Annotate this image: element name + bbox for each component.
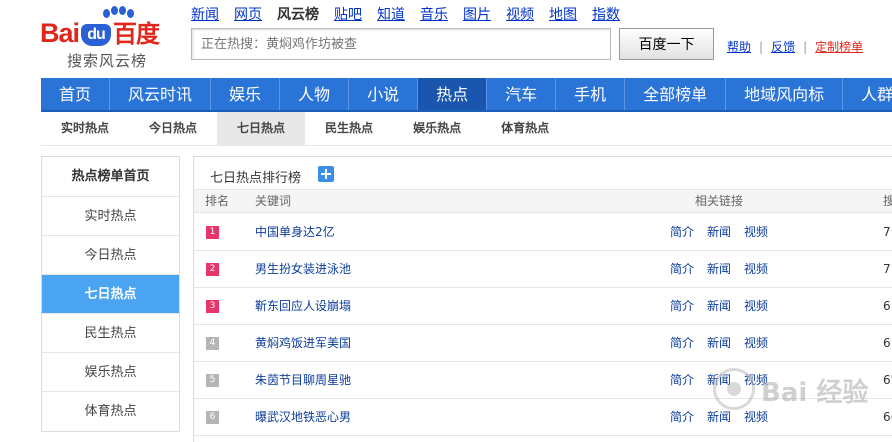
logo-cn-text: 百度 — [113, 21, 160, 48]
product-nav-tieba[interactable]: 贴吧 — [334, 4, 362, 24]
keyword-link[interactable]: 朱茵节目聊周星驰 — [255, 362, 351, 398]
search-index: 6' — [883, 373, 892, 387]
help-link[interactable]: 帮助 — [727, 40, 751, 54]
main-nav-home[interactable]: 首页 — [41, 78, 111, 110]
logo-du-badge: du — [81, 24, 112, 46]
main-nav-crowd[interactable]: 人群 — [843, 78, 892, 110]
table-row: 1 中国单身达2亿 简介新闻视频 7! — [194, 214, 892, 251]
search-index: 6( — [883, 410, 892, 424]
video-link[interactable]: 视频 — [744, 325, 768, 361]
sub-nav-week[interactable]: 七日热点 — [217, 112, 306, 145]
keyword-link[interactable]: 中国单身达2亿 — [255, 214, 335, 250]
watermark-text: Bai 经验 — [761, 378, 869, 408]
rank-badge: 4 — [206, 337, 219, 350]
sidebar-item-livelihood[interactable]: 民生热点 — [42, 314, 179, 353]
watermark-logo-icon — [713, 368, 755, 410]
header-rank: 排名 — [205, 194, 230, 208]
main-nav-people[interactable]: 人物 — [280, 78, 350, 110]
custom-list-link[interactable]: 定制榜单 — [815, 40, 863, 54]
product-nav: 新闻 网页 风云榜 贴吧 知道 音乐 图片 视频 地图 指数 — [191, 4, 620, 24]
intro-link[interactable]: 简介 — [670, 251, 694, 287]
main-nav-ent[interactable]: 娱乐 — [211, 78, 281, 110]
news-link[interactable]: 新闻 — [707, 288, 731, 324]
feedback-link[interactable]: 反馈 — [771, 40, 795, 54]
sidebar-item-ent[interactable]: 娱乐热点 — [42, 353, 179, 392]
main-nav-all[interactable]: 全部榜单 — [625, 78, 727, 110]
product-nav-web[interactable]: 网页 — [234, 4, 262, 24]
rank-badge: 1 — [206, 226, 219, 239]
intro-link[interactable]: 简介 — [670, 288, 694, 324]
product-nav-index[interactable]: 指数 — [592, 4, 620, 24]
keyword-link[interactable]: 曝武汉地铁恶心男 — [255, 399, 351, 435]
header-keyword: 关键词 — [255, 194, 292, 208]
panel-title: 七日热点排行榜 — [210, 171, 302, 186]
sidebar-item-realtime[interactable]: 实时热点 — [42, 197, 179, 236]
header-links: 帮助 | 反馈 | 定制榜单 — [727, 38, 863, 55]
search-index: 7! — [883, 262, 892, 276]
keyword-link[interactable]: 男生扮女装进泳池 — [255, 251, 351, 287]
sidebar-item-week[interactable]: 七日热点 — [42, 275, 179, 314]
main-nav: 首页 风云时讯 娱乐 人物 小说 热点 汽车 手机 全部榜单 地域风向标 人群 — [41, 78, 892, 112]
search-index: 6! — [883, 299, 892, 313]
link-separator: | — [759, 40, 764, 54]
sub-nav-ent[interactable]: 娱乐热点 — [393, 112, 481, 145]
sidebar-item-sports[interactable]: 体育热点 — [42, 392, 179, 431]
plus-icon[interactable] — [318, 166, 334, 182]
table-row: 4 黄焖鸡饭进军美国 简介新闻视频 6: — [194, 325, 892, 362]
sub-nav-realtime[interactable]: 实时热点 — [41, 112, 129, 145]
video-link[interactable]: 视频 — [744, 288, 768, 324]
intro-link[interactable]: 简介 — [670, 362, 694, 398]
video-link[interactable]: 视频 — [744, 251, 768, 287]
product-nav-news[interactable]: 新闻 — [191, 4, 219, 24]
main-nav-car[interactable]: 汽车 — [487, 78, 557, 110]
table-header: 排名 关键词 相关链接 搜 — [194, 189, 892, 213]
main-nav-hot[interactable]: 热点 — [418, 78, 488, 110]
video-link[interactable]: 视频 — [744, 214, 768, 250]
table-row: 2 男生扮女装进泳池 简介新闻视频 7! — [194, 251, 892, 288]
rank-badge: 6 — [206, 411, 219, 424]
product-nav-top: 风云榜 — [277, 7, 319, 23]
intro-link[interactable]: 简介 — [670, 214, 694, 250]
watermark: Bai 经验 — [713, 364, 883, 416]
keyword-link[interactable]: 黄焖鸡饭进军美国 — [255, 325, 351, 361]
baidu-logo[interactable]: Bai du 百度 搜索风云榜 — [40, 6, 180, 70]
sub-nav-livelihood[interactable]: 民生热点 — [305, 112, 393, 145]
main-nav-novel[interactable]: 小说 — [349, 78, 419, 110]
product-nav-video[interactable]: 视频 — [506, 4, 534, 24]
news-link[interactable]: 新闻 — [707, 214, 731, 250]
sidebar-head[interactable]: 热点榜单首页 — [42, 157, 179, 197]
product-nav-image[interactable]: 图片 — [463, 4, 491, 24]
search-index: 7! — [883, 225, 892, 239]
sub-nav-today[interactable]: 今日热点 — [129, 112, 217, 145]
product-nav-music[interactable]: 音乐 — [420, 4, 448, 24]
main-nav-news[interactable]: 风云时讯 — [110, 78, 212, 110]
table-row: 3 靳东回应人设崩塌 简介新闻视频 6! — [194, 288, 892, 325]
product-nav-zhidao[interactable]: 知道 — [377, 4, 405, 24]
header-links: 相关链接 — [695, 194, 744, 208]
search-input[interactable] — [191, 28, 611, 60]
search-button[interactable]: 百度一下 — [619, 28, 714, 60]
rank-badge: 3 — [206, 300, 219, 313]
sidebar-item-today[interactable]: 今日热点 — [42, 236, 179, 275]
header-index: 搜 — [883, 194, 892, 208]
intro-link[interactable]: 简介 — [670, 399, 694, 435]
link-separator: | — [803, 40, 808, 54]
sub-nav: 实时热点 今日热点 七日热点 民生热点 娱乐热点 体育热点 — [41, 112, 892, 146]
rank-badge: 2 — [206, 263, 219, 276]
logo-bai-text: Bai — [40, 18, 80, 48]
main-nav-region[interactable]: 地域风向标 — [726, 78, 844, 110]
sub-nav-sports[interactable]: 体育热点 — [481, 112, 569, 145]
logo-subtitle: 搜索风云榜 — [67, 52, 148, 70]
news-link[interactable]: 新闻 — [707, 251, 731, 287]
news-link[interactable]: 新闻 — [707, 325, 731, 361]
rank-badge: 5 — [206, 374, 219, 387]
intro-link[interactable]: 简介 — [670, 325, 694, 361]
hot-sidebar: 热点榜单首页 实时热点 今日热点 七日热点 民生热点 娱乐热点 体育热点 — [41, 156, 180, 432]
main-nav-phone[interactable]: 手机 — [556, 78, 626, 110]
keyword-link[interactable]: 靳东回应人设崩塌 — [255, 288, 351, 324]
search-index: 6: — [883, 336, 892, 350]
product-nav-map[interactable]: 地图 — [549, 4, 577, 24]
